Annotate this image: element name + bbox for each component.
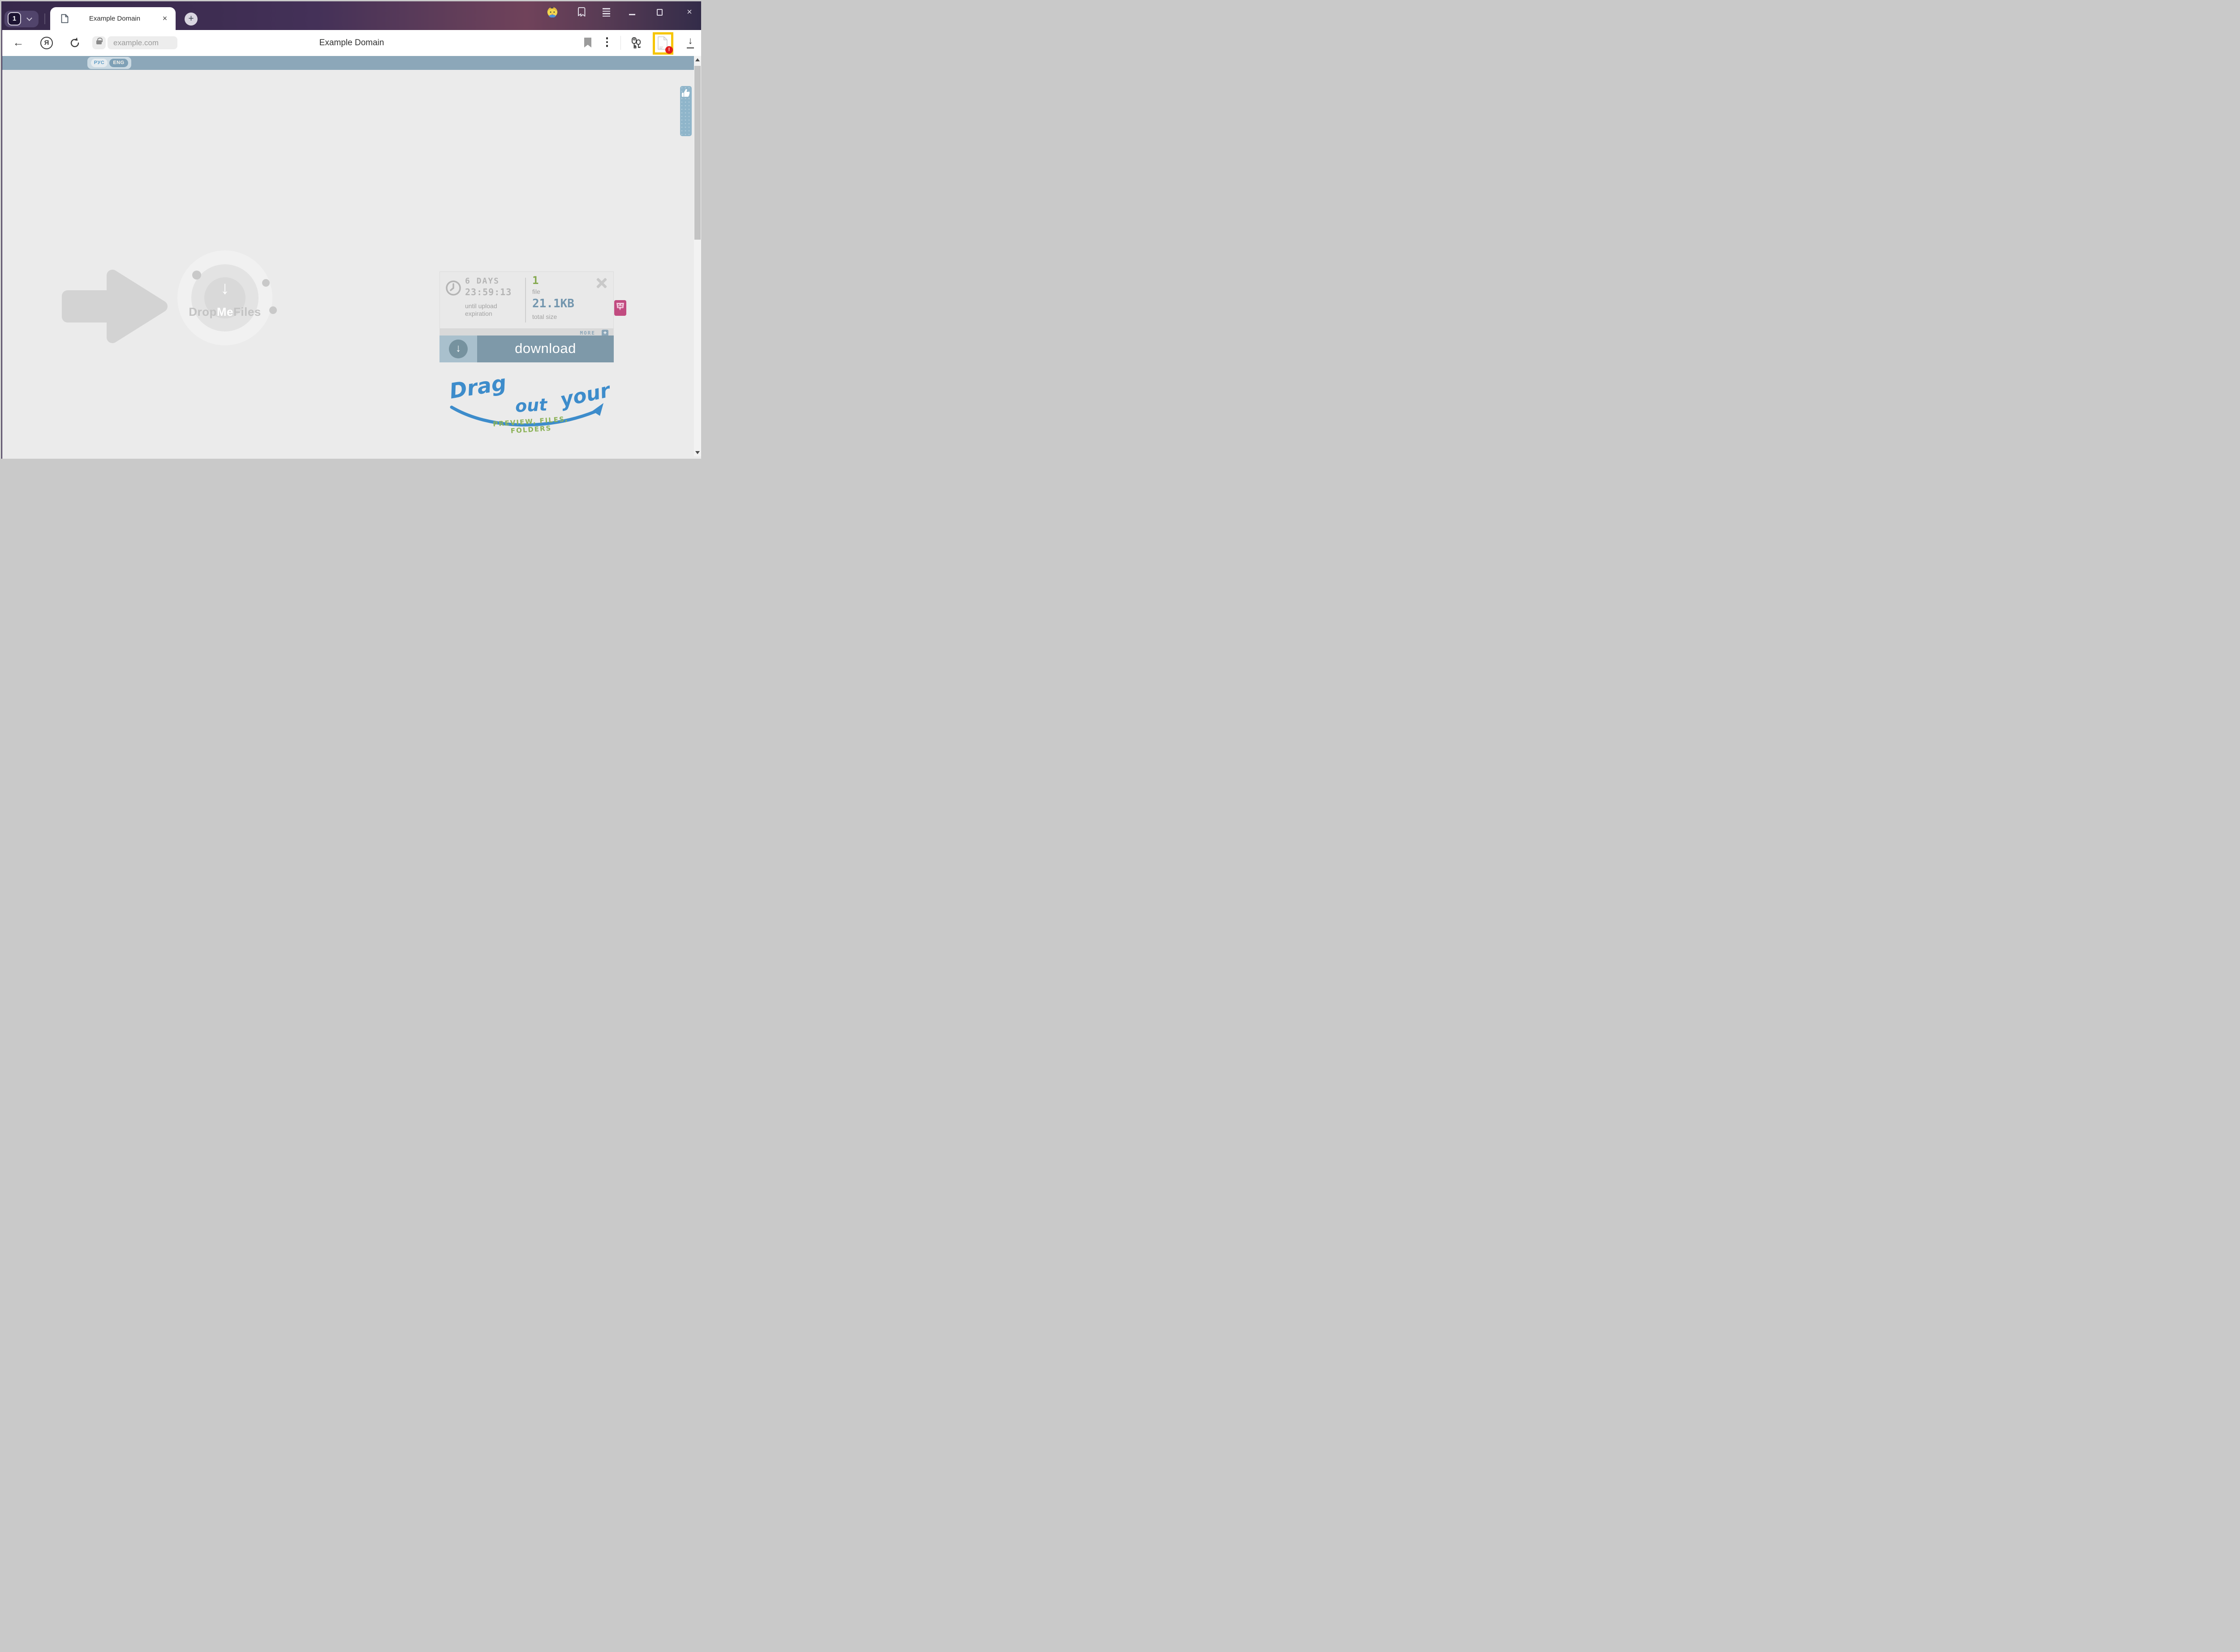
downloaded-file-alert-button[interactable]: !	[653, 32, 673, 55]
tab-title: Example Domain	[72, 7, 158, 30]
lang-rus-button[interactable]: РУС	[91, 59, 108, 67]
download-arrow-icon: ↓	[449, 340, 468, 358]
tab-counter-button[interactable]: 1	[4, 11, 39, 27]
lock-icon	[96, 40, 102, 44]
like-side-tab[interactable]	[680, 86, 692, 136]
download-button-icon-cell: ↓	[439, 336, 477, 362]
scroll-up-arrow[interactable]	[695, 58, 700, 61]
kebab-menu-icon[interactable]	[604, 37, 610, 49]
chevron-down-icon	[26, 15, 32, 21]
site-security-button[interactable]	[92, 36, 106, 49]
scrollbar-thumb[interactable]	[694, 66, 701, 240]
expiration-days: 6 DAYS	[465, 276, 500, 286]
page-content: РУС ENG ↓ DropMeFiles 6 DAYS 23:59:13 un…	[2, 56, 701, 459]
total-size-label: total size	[532, 313, 557, 320]
reload-button[interactable]	[69, 37, 81, 49]
screenshot-frame: 1 Example Domain × + ×	[0, 0, 702, 460]
thumbs-up-icon	[681, 89, 690, 97]
window-close-button[interactable]: ×	[684, 6, 695, 18]
side-panels-icon[interactable]	[576, 7, 587, 17]
logo-me: Me	[217, 305, 233, 318]
new-tab-button[interactable]: +	[185, 13, 198, 26]
maximize-button[interactable]	[657, 9, 663, 16]
expiration-countdown: 23:59:13	[465, 287, 512, 297]
tab-count-badge: 1	[8, 12, 21, 26]
expiration-label-2: expiration	[465, 310, 492, 317]
page-icon	[61, 14, 69, 23]
yandex-icon[interactable]: Я	[40, 37, 53, 49]
file-count-label: file	[532, 288, 540, 295]
dropmefiles-logo: DropMeFiles	[168, 305, 281, 319]
toolbar: ← Я example.com Example Domain !	[2, 30, 701, 56]
logo-down-arrow-icon: ↓	[177, 278, 272, 298]
scrollbar[interactable]	[694, 56, 701, 456]
clock-icon	[445, 280, 461, 296]
promo-word-drag: Drag	[448, 370, 508, 404]
logo-drop: Drop	[189, 305, 217, 318]
titlebar: 1 Example Domain × + ×	[2, 1, 701, 30]
password-keys-icon[interactable]	[629, 36, 643, 50]
back-button[interactable]: ←	[12, 37, 25, 49]
menu-icon[interactable]	[603, 8, 610, 17]
avatar[interactable]	[547, 7, 558, 17]
browser-window: 1 Example Domain × + ×	[1, 1, 701, 459]
expiration-label-1: until upload	[465, 302, 497, 310]
address-bar[interactable]: example.com	[108, 36, 177, 49]
logo-files: Files	[233, 305, 261, 318]
drag-out-promo: Drag out your PREVIEW, FILES, FOLDERS	[446, 374, 616, 441]
titlebar-separator	[44, 13, 45, 24]
toolbar-page-title: Example Domain	[319, 30, 384, 56]
upload-info-panel: 6 DAYS 23:59:13 until upload expiration …	[439, 271, 614, 338]
alert-badge: !	[665, 46, 673, 54]
drop-arrow-graphic	[56, 258, 173, 355]
download-button-label: download	[477, 336, 614, 362]
scroll-down-arrow[interactable]	[695, 451, 700, 454]
panel-divider	[525, 278, 526, 323]
feedback-tab[interactable]	[614, 300, 626, 316]
lang-eng-button[interactable]: ENG	[109, 59, 128, 67]
sad-face-icon	[616, 302, 625, 313]
total-size-value: 21.1KB	[532, 297, 574, 310]
download-button[interactable]: ↓ download	[439, 336, 614, 362]
tab-close-button[interactable]: ×	[159, 13, 170, 24]
bookmark-icon[interactable]	[584, 38, 591, 47]
minimize-button[interactable]	[629, 14, 635, 15]
tab-example-domain[interactable]: Example Domain ×	[50, 7, 176, 30]
toolbar-divider	[620, 36, 621, 50]
downloads-icon[interactable]: ↓	[685, 36, 696, 49]
file-count: 1	[532, 274, 538, 287]
panel-close-icon[interactable]	[595, 277, 607, 289]
language-switcher: РУС ENG	[87, 57, 131, 69]
